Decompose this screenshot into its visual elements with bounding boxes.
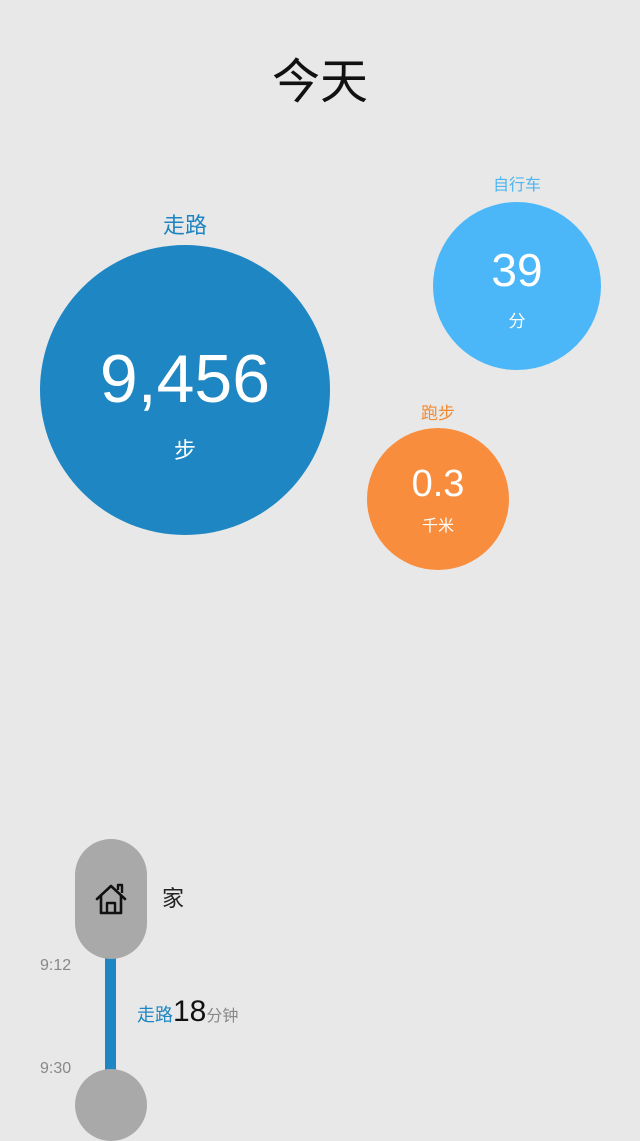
walking-bubble[interactable]: 9,456 步 (40, 245, 330, 535)
home-icon (93, 881, 129, 917)
segment-activity: 走路 (137, 1005, 173, 1026)
cycling-value: 39 (491, 244, 543, 296)
next-place-marker[interactable] (75, 1069, 147, 1141)
segment-duration: 18 (173, 995, 207, 1028)
walking-label: 走路 (162, 214, 207, 239)
walking-value: 9,456 (99, 341, 271, 417)
cycling-unit: 分 (508, 312, 526, 332)
timeline-segment[interactable]: 走路18分钟 (137, 995, 238, 1033)
running-label: 跑步 (421, 404, 455, 424)
end-time: 9:30 (40, 1060, 72, 1077)
cycling-bubble[interactable]: 39 分 (433, 202, 601, 370)
place-home-marker[interactable] (75, 839, 147, 959)
running-bubble[interactable]: 0.3 千米 (367, 428, 509, 570)
cycling-label: 自行车 (492, 175, 541, 194)
running-value: 0.3 (411, 463, 465, 505)
timeline-track (105, 950, 116, 1080)
running-unit: 千米 (421, 516, 454, 535)
start-time: 9:12 (40, 957, 72, 974)
segment-duration-unit: 分钟 (206, 1006, 239, 1025)
walking-unit: 步 (173, 439, 196, 464)
place-name[interactable]: 家 (162, 886, 184, 914)
page-title: 今天 (271, 54, 368, 110)
